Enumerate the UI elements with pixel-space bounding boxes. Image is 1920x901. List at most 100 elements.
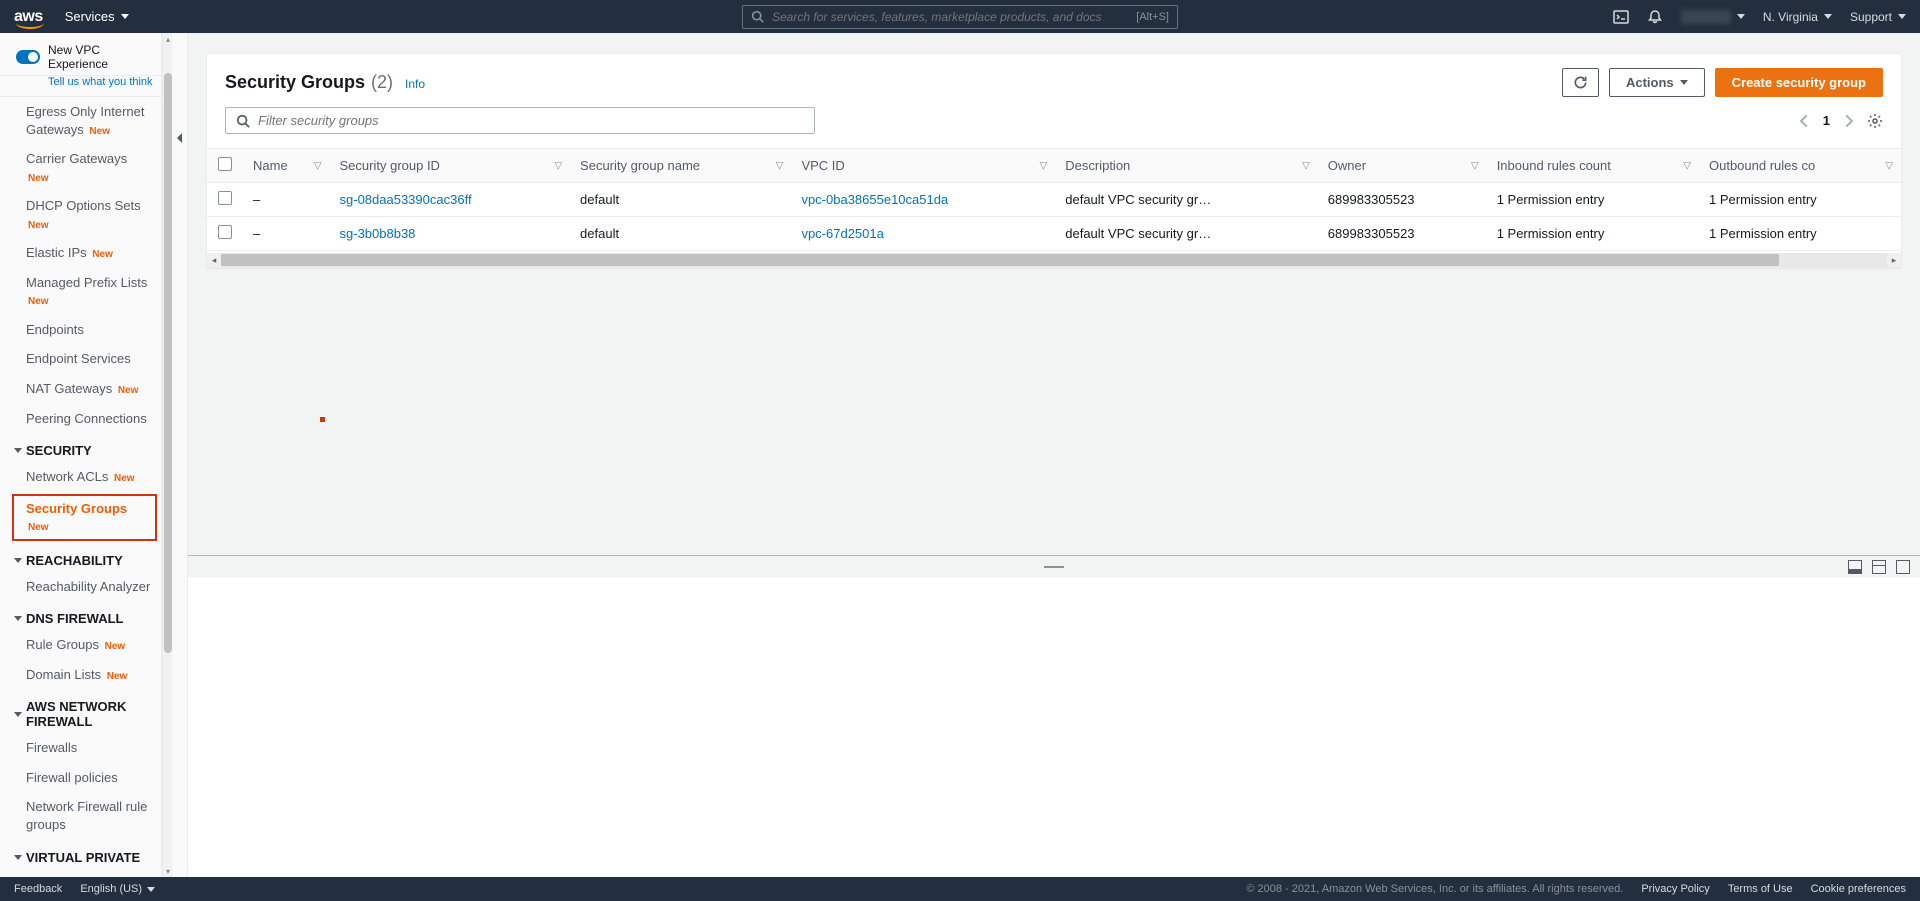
hscroll-left-icon[interactable]: ◂ xyxy=(207,253,221,267)
column-header[interactable]: Owner▽ xyxy=(1318,149,1487,183)
notifications-icon[interactable] xyxy=(1647,9,1663,25)
info-link[interactable]: Info xyxy=(405,77,425,91)
sidebar-item[interactable]: Managed Prefix Lists New xyxy=(0,268,161,315)
filter-input-wrap[interactable] xyxy=(225,107,815,134)
filter-input[interactable] xyxy=(258,113,804,128)
scroll-up-icon[interactable]: ▴ xyxy=(163,33,173,45)
sidebar-item[interactable]: Firewalls xyxy=(0,733,161,763)
new-experience-toggle[interactable] xyxy=(16,50,40,64)
main-content: Security Groups (2) Info Actions Create … xyxy=(188,33,1920,877)
aws-logo[interactable]: aws xyxy=(14,8,43,26)
top-right: N. Virginia Support xyxy=(1613,9,1906,25)
cell-outbound: 1 Permission entry xyxy=(1699,217,1901,251)
sidebar-item[interactable]: Network ACLs New xyxy=(0,462,161,492)
panel-splitter[interactable] xyxy=(188,555,1920,577)
cell-inbound: 1 Permission entry xyxy=(1487,183,1699,217)
sidebar-scrollbar[interactable]: ▴ ▾ xyxy=(162,33,172,877)
language-menu[interactable]: English (US) xyxy=(80,883,155,895)
scroll-down-icon[interactable]: ▾ xyxy=(163,865,173,877)
row-checkbox[interactable] xyxy=(218,225,232,239)
sidebar-item[interactable]: Endpoints xyxy=(0,315,161,345)
resource-count: (2) xyxy=(371,72,393,93)
table-hscroll[interactable]: ◂ ▸ xyxy=(207,253,1901,267)
cloudshell-icon[interactable] xyxy=(1613,9,1629,25)
next-page-icon[interactable] xyxy=(1844,114,1853,128)
cell-vpc-link[interactable]: vpc-67d2501a xyxy=(801,226,883,241)
sidebar-item[interactable]: Peering Connections xyxy=(0,404,161,434)
page-number: 1 xyxy=(1823,113,1830,128)
grip-icon xyxy=(1044,566,1064,568)
marker xyxy=(320,417,325,422)
sidebar-item[interactable]: NAT Gateways New xyxy=(0,374,161,404)
sidebar-item[interactable]: Domain Lists New xyxy=(0,660,161,690)
sidebar-section-header[interactable]: VIRTUAL PRIVATE xyxy=(0,840,161,869)
row-checkbox[interactable] xyxy=(218,191,232,205)
cell-name: – xyxy=(253,226,260,241)
top-nav: aws Services [Alt+S] N. Virginia Support xyxy=(0,0,1920,33)
search-icon xyxy=(751,10,764,23)
refresh-button[interactable] xyxy=(1562,68,1599,97)
sidebar-item[interactable]: Rule Groups New xyxy=(0,630,161,660)
sidebar-item[interactable]: Security Groups New xyxy=(12,494,157,541)
details-panel xyxy=(188,577,1920,877)
actions-button[interactable]: Actions xyxy=(1609,68,1705,97)
cell-inbound: 1 Permission entry xyxy=(1487,217,1699,251)
copyright: © 2008 - 2021, Amazon Web Services, Inc.… xyxy=(1246,883,1623,895)
security-groups-panel: Security Groups (2) Info Actions Create … xyxy=(206,53,1902,268)
feedback-link[interactable]: Feedback xyxy=(14,883,62,895)
sidebar-item[interactable]: Endpoint Services xyxy=(0,344,161,374)
privacy-link[interactable]: Privacy Policy xyxy=(1641,883,1709,895)
column-header[interactable]: Description▽ xyxy=(1055,149,1318,183)
hscroll-right-icon[interactable]: ▸ xyxy=(1887,253,1901,267)
create-security-group-button[interactable]: Create security group xyxy=(1715,68,1883,97)
sidebar-section-header[interactable]: DNS FIREWALL xyxy=(0,601,161,630)
view-split-icon[interactable] xyxy=(1872,560,1886,574)
feedback-link[interactable]: Tell us what you think xyxy=(0,76,161,97)
sidebar-item[interactable]: Elastic IPs New xyxy=(0,238,161,268)
scrollbar-thumb[interactable] xyxy=(164,73,172,653)
sidebar-item[interactable]: DHCP Options Sets New xyxy=(0,191,161,238)
select-all-checkbox[interactable] xyxy=(218,157,232,171)
sidebar-section-header[interactable]: REACHABILITY xyxy=(0,543,161,572)
support-menu[interactable]: Support xyxy=(1850,10,1906,24)
column-header[interactable]: Outbound rules co▽ xyxy=(1699,149,1901,183)
search-icon xyxy=(236,114,250,128)
table-row[interactable]: –sg-3b0b8b38defaultvpc-67d2501adefault V… xyxy=(207,217,1901,251)
sidebar-item[interactable]: Firewall policies xyxy=(0,763,161,793)
sidebar-item[interactable]: Egress Only Internet Gateways New xyxy=(0,97,161,144)
column-header[interactable]: Security group name▽ xyxy=(570,149,791,183)
region-menu[interactable]: N. Virginia xyxy=(1763,10,1832,24)
services-label: Services xyxy=(65,9,115,24)
settings-icon[interactable] xyxy=(1867,113,1883,129)
hscroll-thumb[interactable] xyxy=(221,254,1779,266)
cell-sgid-link[interactable]: sg-08daa53390cac36ff xyxy=(340,192,472,207)
sidebar-section-header[interactable]: SECURITY xyxy=(0,433,161,462)
column-header[interactable]: Inbound rules count▽ xyxy=(1487,149,1699,183)
sidebar: New VPC Experience Tell us what you thin… xyxy=(0,33,162,877)
column-header[interactable]: VPC ID▽ xyxy=(791,149,1055,183)
sidebar-item[interactable]: Reachability Analyzer xyxy=(0,572,161,602)
column-header[interactable]: Security group ID▽ xyxy=(330,149,571,183)
global-search[interactable]: [Alt+S] xyxy=(742,5,1178,29)
view-full-icon[interactable] xyxy=(1896,560,1910,574)
terms-link[interactable]: Terms of Use xyxy=(1728,883,1793,895)
cell-vpc-link[interactable]: vpc-0ba38655e10ca51da xyxy=(801,192,948,207)
column-header[interactable]: Name▽ xyxy=(243,149,330,183)
view-bottom-icon[interactable] xyxy=(1848,560,1862,574)
cell-sgid-link[interactable]: sg-3b0b8b38 xyxy=(340,226,416,241)
table-row[interactable]: – sg-08daa53390cac36ff default vpc-0ba38655… xyxy=(207,183,1901,217)
cell-owner: 689983305523 xyxy=(1318,217,1487,251)
prev-page-icon[interactable] xyxy=(1800,114,1809,128)
cell-sgname: default xyxy=(570,217,791,251)
caret-down-icon xyxy=(121,14,129,19)
sidebar-collapse[interactable] xyxy=(172,33,188,877)
search-input[interactable] xyxy=(772,10,1136,24)
sidebar-section-header[interactable]: AWS NETWORK FIREWALL xyxy=(0,689,161,733)
sidebar-item[interactable]: Carrier Gateways New xyxy=(0,144,161,191)
cookie-link[interactable]: Cookie preferences xyxy=(1811,883,1906,895)
sidebar-item[interactable]: Network Firewall rule groups xyxy=(0,792,161,839)
account-menu[interactable] xyxy=(1681,10,1745,24)
cell-sgname: default xyxy=(570,183,791,217)
services-menu[interactable]: Services xyxy=(65,9,129,24)
cell-name: – xyxy=(253,192,260,207)
